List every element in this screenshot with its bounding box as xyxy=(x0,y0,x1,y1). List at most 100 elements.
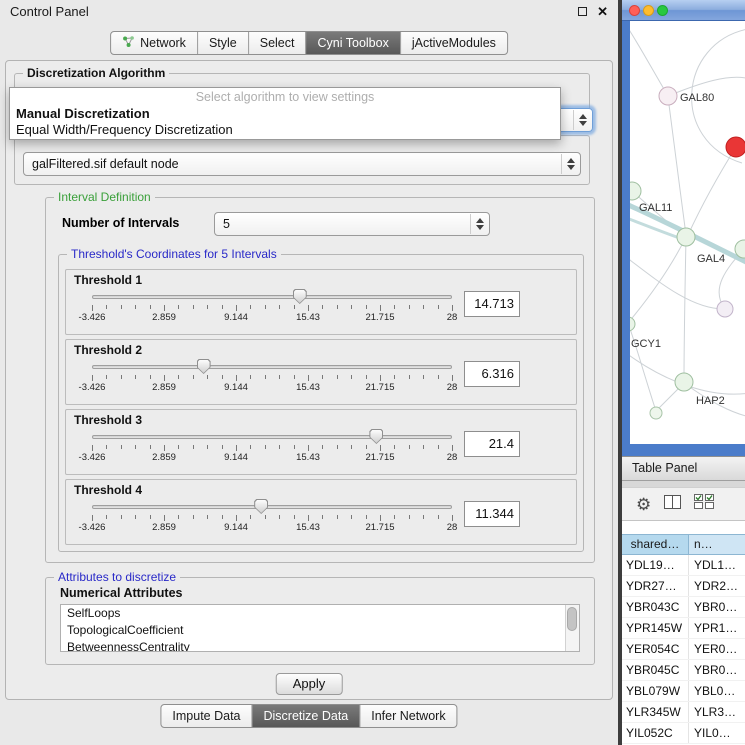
tab-style[interactable]: Style xyxy=(198,32,249,54)
tick-mark xyxy=(423,445,424,449)
threshold-value-field[interactable]: 14.713 xyxy=(464,291,520,317)
columns-icon[interactable] xyxy=(664,495,681,514)
tab-network[interactable]: Network xyxy=(111,32,198,54)
tick-mark xyxy=(394,515,395,519)
network-edge[interactable] xyxy=(688,147,736,235)
network-edge[interactable] xyxy=(668,97,686,235)
gear-icon[interactable]: ⚙ xyxy=(636,496,651,513)
tab-label: Select xyxy=(260,36,295,50)
table-row[interactable]: YPR145WYPR1… xyxy=(622,618,745,639)
threshold-row: -3.4262.8599.14415.4321.71528 14.713 xyxy=(74,289,568,323)
cell-shared-name: YER054C xyxy=(622,639,689,659)
tick-mark xyxy=(409,515,410,519)
network-node[interactable] xyxy=(726,137,745,157)
cell-shared-name: YBR043C xyxy=(622,597,689,617)
tab-cyni-toolbox[interactable]: Cyni Toolbox xyxy=(306,32,400,54)
column-header-shared-name[interactable]: shared… xyxy=(622,534,689,555)
attributes-listbox[interactable]: SelfLoopsTopologicalCoefficientBetweenne… xyxy=(60,604,580,652)
number-of-intervals-select[interactable]: 5 xyxy=(214,212,490,236)
threshold-value-field[interactable]: 21.4 xyxy=(464,431,520,457)
tab-jactivemodules[interactable]: jActiveModules xyxy=(401,32,507,54)
table-body: YDL19…YDL1…YDR27…YDR2…YBR043CYBR0…YPR145… xyxy=(622,555,745,745)
control-panel-body: Discretization Algorithm Select algorith… xyxy=(5,60,613,700)
table-row[interactable]: YLR345WYLR3… xyxy=(622,702,745,723)
table-row[interactable]: YER054CYER0… xyxy=(622,639,745,660)
tick-mark xyxy=(394,375,395,379)
traffic-light-close-icon[interactable] xyxy=(629,5,640,16)
slider-thumb[interactable] xyxy=(293,289,307,304)
table-row[interactable]: YBL079WYBL0… xyxy=(622,681,745,702)
network-node[interactable] xyxy=(650,407,662,419)
tab-label: Impute Data xyxy=(172,709,240,723)
slider-track-bar xyxy=(92,365,452,369)
tick-mark xyxy=(250,305,251,309)
tick-mark xyxy=(150,375,151,379)
network-edge[interactable] xyxy=(684,237,686,381)
table-panel-titlebar: Table Panel xyxy=(622,456,745,481)
table-row[interactable]: YIL052CYIL0… xyxy=(622,723,745,744)
algorithm-option-manual-discretization[interactable]: Manual Discretization xyxy=(10,106,560,122)
tab-select[interactable]: Select xyxy=(249,32,307,54)
slider-track-bar xyxy=(92,435,452,439)
tick-mark xyxy=(438,305,439,309)
threshold-slider[interactable]: -3.4262.8599.14415.4321.71528 xyxy=(90,359,454,393)
network-canvas[interactable]: GAL80GAL11GAL4GCY1HAP2 xyxy=(630,21,745,444)
cell-name: YBR0… xyxy=(689,597,745,617)
algorithm-option-equal-width-frequency-discretization[interactable]: Equal Width/Frequency Discretization xyxy=(10,122,560,138)
tick-mark xyxy=(92,445,93,451)
tab-impute-data[interactable]: Impute Data xyxy=(161,705,252,727)
slider-thumb[interactable] xyxy=(254,499,268,514)
network-node-hap2[interactable] xyxy=(675,373,693,391)
column-header-name[interactable]: n… xyxy=(689,534,745,555)
cell-shared-name: YPR145W xyxy=(622,618,689,638)
column-visibility-icon[interactable] xyxy=(694,494,714,514)
cell-name: YLR3… xyxy=(689,702,745,722)
tick-label: 9.144 xyxy=(224,522,248,533)
attribute-list-item-topologicalcoefficient[interactable]: TopologicalCoefficient xyxy=(61,622,579,639)
attribute-list-item-betweennesscentrality[interactable]: BetweennessCentrality xyxy=(61,639,579,652)
table-header-row: shared… n… xyxy=(622,534,745,555)
interval-definition-legend: Interval Definition xyxy=(54,190,155,205)
table-row[interactable]: YDL19…YDL1… xyxy=(622,555,745,576)
stepper-icon xyxy=(470,214,488,234)
table-row[interactable]: YDR27…YDR2… xyxy=(622,576,745,597)
tab-infer-network[interactable]: Infer Network xyxy=(360,705,456,727)
network-node-gal80[interactable] xyxy=(659,87,677,105)
slider-thumb[interactable] xyxy=(197,359,211,374)
threshold-slider[interactable]: -3.4262.8599.14415.4321.71528 xyxy=(90,289,454,323)
attribute-list-item-selfloops[interactable]: SelfLoops xyxy=(61,605,579,622)
traffic-light-zoom-icon[interactable] xyxy=(657,5,668,16)
table-row[interactable]: YBR043CYBR0… xyxy=(622,597,745,618)
close-icon[interactable]: ✕ xyxy=(597,5,608,18)
scrollbar-thumb[interactable] xyxy=(567,607,577,631)
interval-definition-group: Interval Definition Number of Intervals … xyxy=(45,197,595,563)
threshold-value-field[interactable]: 11.344 xyxy=(464,501,520,527)
tick-mark xyxy=(452,445,453,451)
network-edge[interactable] xyxy=(630,237,686,323)
tick-mark xyxy=(265,305,266,309)
network-node-gcy1[interactable] xyxy=(630,317,635,331)
apply-button[interactable]: Apply xyxy=(276,673,343,695)
attributes-scrollbar[interactable] xyxy=(565,605,579,651)
network-node[interactable] xyxy=(717,301,733,317)
tick-mark xyxy=(366,305,367,309)
traffic-light-minimize-icon[interactable] xyxy=(643,5,654,16)
network-node-gal4[interactable] xyxy=(677,228,695,246)
tick-mark xyxy=(294,445,295,449)
slider-tick-labels: -3.4262.8599.14415.4321.71528 xyxy=(92,452,452,463)
threshold-value-field[interactable]: 6.316 xyxy=(464,361,520,387)
threshold-slider[interactable]: -3.4262.8599.14415.4321.71528 xyxy=(90,499,454,533)
tick-label: 9.144 xyxy=(224,312,248,323)
tick-mark xyxy=(279,445,280,449)
table-data-select[interactable]: galFiltered.sif default node xyxy=(23,152,581,176)
float-window-icon[interactable] xyxy=(578,7,587,16)
slider-thumb[interactable] xyxy=(369,429,383,444)
table-row[interactable]: YBR045CYBR0… xyxy=(622,660,745,681)
threshold-slider[interactable]: -3.4262.8599.14415.4321.71528 xyxy=(90,429,454,463)
network-edge[interactable] xyxy=(630,25,668,96)
stepper-down-icon xyxy=(579,121,587,126)
stepper-down-icon xyxy=(476,225,484,230)
tab-discretize-data[interactable]: Discretize Data xyxy=(253,705,361,727)
slider-thumb-face xyxy=(370,430,382,443)
network-edge[interactable] xyxy=(630,323,656,411)
